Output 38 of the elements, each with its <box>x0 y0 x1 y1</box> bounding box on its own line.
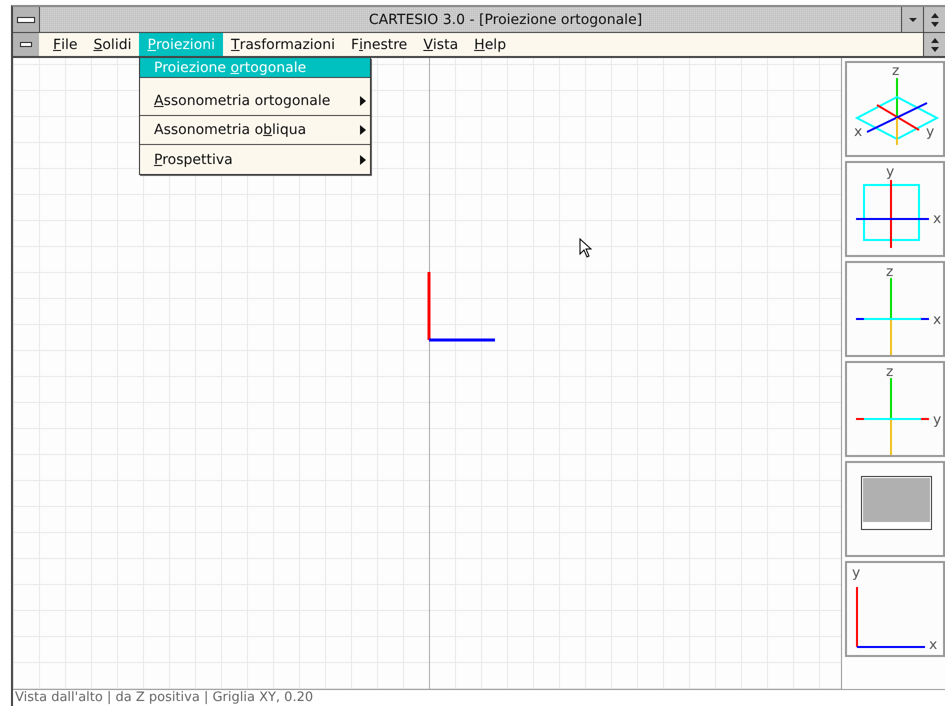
menu-item[interactable]: Solidi <box>85 33 140 56</box>
view-thumbnail[interactable] <box>845 461 945 557</box>
dropdown-item[interactable]: Assonometria ortogonale <box>140 87 370 116</box>
window-title: CARTESIO 3.0 - [Proiezione ortogonale] <box>368 12 642 28</box>
axes-drawing <box>428 272 495 342</box>
menu-item[interactable]: File <box>45 33 86 56</box>
view-thumbnail[interactable]: y x <box>845 561 945 657</box>
shaded-panel-drawing <box>861 476 932 530</box>
axis-label: x <box>933 312 942 328</box>
view-thumbnail[interactable]: z x y <box>845 61 945 157</box>
xy-axes-drawing <box>856 587 925 648</box>
axis-label: y <box>852 565 860 581</box>
mouse-cursor-icon <box>579 238 592 258</box>
axis-label: z <box>886 364 894 380</box>
caret-icon <box>908 16 918 22</box>
up-down-arrows-icon <box>930 36 940 52</box>
axis-label: x <box>854 124 862 140</box>
document-menu-icon[interactable] <box>20 42 32 47</box>
menu-item[interactable]: Help <box>466 33 514 56</box>
axis-label: y <box>926 124 934 140</box>
menu-item[interactable]: Trasformazioni <box>223 33 344 56</box>
axis-label: x <box>929 637 938 653</box>
dropdown-item[interactable]: Assonometria obliqua <box>140 116 370 145</box>
menu-item[interactable]: Finestre <box>343 33 416 56</box>
status-text: Vista dall'alto | da Z positiva | Griglia XY, 0.20 <box>15 690 314 705</box>
restore-button[interactable] <box>923 7 945 32</box>
system-menu-icon[interactable] <box>17 16 35 22</box>
view-thumbnail[interactable]: z y <box>845 361 945 457</box>
minimize-button[interactable] <box>901 7 923 32</box>
axis-label: z <box>892 63 900 79</box>
up-down-arrows-icon <box>930 12 940 28</box>
menu-item[interactable]: Vista <box>415 33 466 56</box>
dropdown-item[interactable]: Prospettiva <box>140 145 370 174</box>
axis-label: z <box>886 264 894 280</box>
axis-label: y <box>933 412 942 428</box>
restore-button[interactable] <box>923 33 945 56</box>
axis-label: x <box>933 211 942 227</box>
axis-label: y <box>886 164 894 180</box>
